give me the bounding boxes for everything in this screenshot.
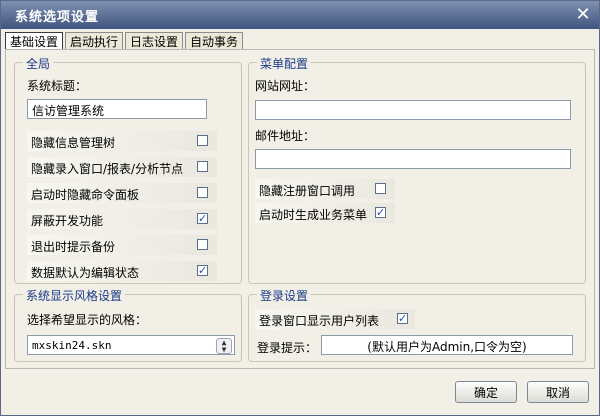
email-label: 邮件地址： [255,129,316,143]
show-user-list-checkbox[interactable]: ✓ [397,313,408,324]
option-label: 启动时生成业务菜单 [259,208,368,222]
close-icon[interactable]: ✕ [573,5,593,25]
basic-settings-panel: 全局 系统标题： 信访管理系统 隐藏信息管理树 隐藏录入窗口/报表/分析节点 启… [5,49,595,369]
login-legend: 登录设置 [257,287,312,304]
title-bar[interactable]: 系统选项设置 ✕ [1,1,599,29]
backup-prompt-checkbox[interactable] [197,239,208,250]
hide-entry-nodes-checkbox[interactable] [197,161,208,172]
tab-basic[interactable]: 基础设置 [5,32,64,49]
option-default-edit[interactable]: 数据默认为编辑状态 ✓ [27,261,217,281]
option-hide-entry-nodes[interactable]: 隐藏录入窗口/报表/分析节点 [27,157,217,177]
menu-config-group: 菜单配置 网站网址： 邮件地址： 隐藏注册窗口调用 启动时生成业务菜单 ✓ [248,55,586,284]
system-title-input[interactable]: 信访管理系统 [27,99,207,119]
option-block-dev[interactable]: 屏蔽开发功能 ✓ [27,209,217,229]
block-dev-checkbox[interactable]: ✓ [197,213,208,224]
tab-log[interactable]: 日志设置 [125,32,184,49]
website-label: 网站网址： [255,79,316,93]
style-group: 系统显示风格设置 选择希望显示的风格： mxskin24.skn ▲ ▼ [14,287,242,362]
option-label: 退出时提示备份 [31,240,116,254]
option-label: 隐藏信息管理树 [31,136,116,150]
gen-business-menu-checkbox[interactable]: ✓ [375,207,386,218]
system-title-label: 系统标题： [27,79,88,93]
option-hide-command-panel[interactable]: 启动时隐藏命令面板 [27,183,217,203]
login-group: 登录设置 登录窗口显示用户列表 ✓ 登录提示： (默认用户为Admin,口令为空… [248,287,586,362]
spinner-arrows-icon[interactable]: ▲ ▼ [216,338,232,354]
option-hide-register[interactable]: 隐藏注册窗口调用 [255,179,395,199]
option-label: 数据默认为编辑状态 [31,266,140,280]
window-title: 系统选项设置 [15,10,100,25]
option-label: 登录窗口显示用户列表 [259,314,380,328]
option-backup-prompt[interactable]: 退出时提示备份 [27,235,217,255]
login-hint-label: 登录提示： [257,341,318,355]
global-legend: 全局 [23,55,54,72]
tab-startup[interactable]: 启动执行 [65,32,124,49]
style-prompt: 选择希望显示的风格： [27,313,148,327]
option-gen-business-menu[interactable]: 启动时生成业务菜单 ✓ [255,203,395,223]
email-input[interactable] [255,149,571,169]
option-show-user-list[interactable]: 登录窗口显示用户列表 ✓ [255,309,415,329]
option-label: 隐藏注册窗口调用 [259,184,356,198]
style-legend: 系统显示风格设置 [23,287,126,304]
style-select[interactable]: mxskin24.skn ▲ ▼ [27,335,235,355]
option-label: 启动时隐藏命令面板 [31,188,140,202]
login-hint-input[interactable]: (默认用户为Admin,口令为空) [321,335,573,355]
tab-strip: 基础设置 启动执行 日志设置 自动事务 [5,32,245,50]
option-label: 隐藏录入窗口/报表/分析节点 [31,162,184,176]
option-label: 屏蔽开发功能 [31,214,104,228]
ok-button[interactable]: 确定 [455,381,517,403]
hide-command-panel-checkbox[interactable] [197,187,208,198]
tab-auto-tasks[interactable]: 自动事务 [185,32,244,49]
cancel-button[interactable]: 取消 [527,381,589,403]
option-hide-info-tree[interactable]: 隐藏信息管理树 [27,131,217,151]
default-edit-checkbox[interactable]: ✓ [197,265,208,276]
hide-register-checkbox[interactable] [375,183,386,194]
options-dialog: 系统选项设置 ✕ 基础设置 启动执行 日志设置 自动事务 全局 系统标题： 信访… [0,0,600,416]
website-input[interactable] [255,100,571,120]
menu-config-legend: 菜单配置 [257,55,312,72]
style-selected-value: mxskin24.skn [32,339,112,352]
hide-info-tree-checkbox[interactable] [197,135,208,146]
global-group: 全局 系统标题： 信访管理系统 隐藏信息管理树 隐藏录入窗口/报表/分析节点 启… [14,55,242,284]
